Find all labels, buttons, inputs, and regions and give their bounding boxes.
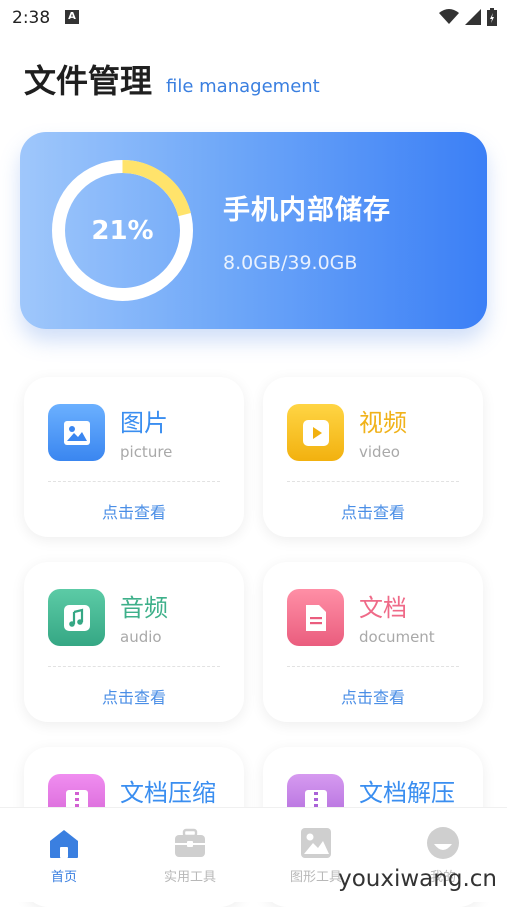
profile-icon — [427, 827, 459, 859]
image-icon — [48, 404, 105, 461]
page-header: 文件管理 file management — [24, 56, 320, 102]
tile-divider — [287, 666, 459, 667]
wifi-icon — [439, 9, 459, 24]
system-icons — [439, 8, 497, 26]
document-icon — [287, 589, 344, 646]
battery-icon — [487, 8, 497, 26]
tile-subtitle: video — [359, 443, 400, 461]
nav-label: 首页 — [50, 870, 77, 885]
storage-title: 手机内部储存 — [223, 195, 391, 226]
home-icon — [50, 830, 78, 858]
tile-title: 文档压缩 — [120, 779, 216, 807]
view-button[interactable]: 点击查看 — [24, 684, 244, 708]
storage-percent: 21% — [91, 215, 154, 246]
nav-home[interactable]: 首页 — [14, 826, 114, 885]
status-time: 2:38 — [12, 8, 51, 28]
tile-title: 图片 — [120, 409, 168, 437]
view-button[interactable]: 点击查看 — [24, 499, 244, 523]
nav-label: 实用工具 — [163, 870, 216, 885]
tile-subtitle: document — [359, 628, 435, 646]
storage-card[interactable]: 21% 手机内部储存 8.0GB/39.0GB — [20, 132, 487, 329]
view-button[interactable]: 点击查看 — [263, 499, 483, 523]
tile-picture[interactable]: 图片 picture 点击查看 — [24, 377, 244, 537]
tile-video[interactable]: 视频 video 点击查看 — [263, 377, 483, 537]
tile-title: 文档解压 — [359, 779, 455, 807]
status-bar: 2:38 A — [0, 0, 507, 34]
tile-title: 视频 — [359, 409, 407, 437]
page-title: 文件管理 — [24, 62, 153, 100]
page-subtitle: file management — [166, 76, 320, 97]
image-tool-icon — [301, 828, 331, 858]
toolbox-icon — [175, 828, 205, 857]
tile-title: 音频 — [120, 594, 168, 622]
view-button[interactable]: 点击查看 — [263, 684, 483, 708]
tile-divider — [287, 481, 459, 482]
tile-divider — [48, 666, 220, 667]
tile-audio[interactable]: 音频 audio 点击查看 — [24, 562, 244, 722]
music-note-icon — [48, 589, 105, 646]
tile-title: 文档 — [359, 594, 407, 622]
tile-document[interactable]: 文档 document 点击查看 — [263, 562, 483, 722]
tile-subtitle: audio — [120, 628, 162, 646]
play-icon — [287, 404, 344, 461]
watermark: youxiwang.cn — [338, 866, 497, 892]
storage-size: 8.0GB/39.0GB — [223, 252, 358, 274]
a-letter-icon: A — [65, 10, 79, 24]
nav-tools[interactable]: 实用工具 — [140, 826, 240, 885]
tile-divider — [48, 481, 220, 482]
signal-icon — [465, 9, 481, 25]
tile-subtitle: picture — [120, 443, 173, 461]
